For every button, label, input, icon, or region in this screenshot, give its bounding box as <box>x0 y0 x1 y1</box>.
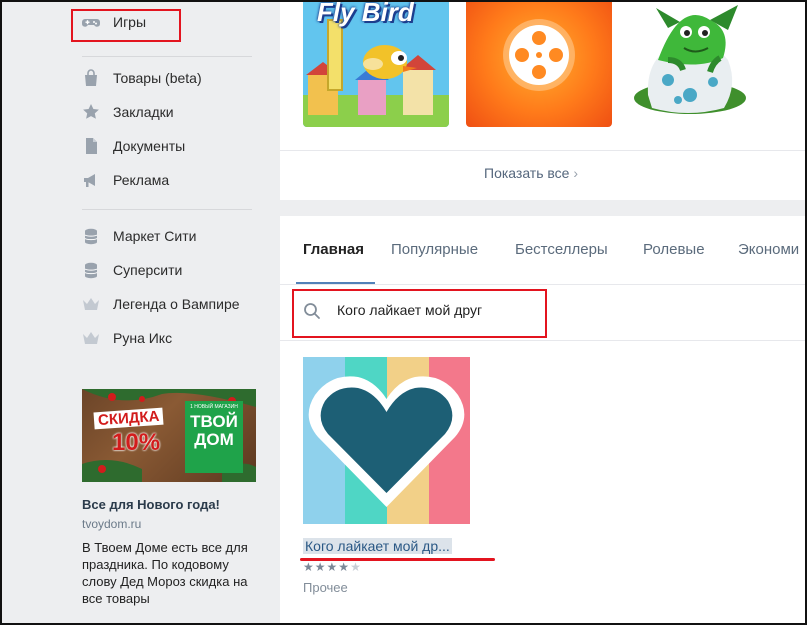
sidebar-item-goods[interactable]: Товары (beta) <box>82 66 202 90</box>
game-thumb-video[interactable] <box>466 0 612 127</box>
coin-stack-icon <box>82 227 100 245</box>
sidebar-item-ads[interactable]: Реклама <box>82 168 169 192</box>
tab-bestsellers[interactable]: Бестселлеры <box>515 241 608 258</box>
show-all-label: Показать все <box>484 165 570 181</box>
ad-brand-small-label: 1 НОВЫЙ МАГАЗИН <box>190 404 238 410</box>
ad-text: В Твоем Доме есть все для праздника. По … <box>82 540 248 606</box>
result-game-thumbnail[interactable] <box>303 357 470 524</box>
star-icon: ★ <box>314 560 327 574</box>
sidebar-item-label: Суперсити <box>113 262 183 278</box>
sidebar-item-bookmarks[interactable]: Закладки <box>82 100 174 124</box>
star-icon: ★ <box>338 560 351 574</box>
crown-icon <box>82 295 100 313</box>
star-icon: ★ <box>303 560 315 574</box>
sidebar-item-label: Товары (beta) <box>113 70 202 86</box>
sidebar-item-label: Реклама <box>113 172 170 188</box>
ad-title[interactable]: Все для Нового года! <box>82 497 220 512</box>
result-game-genre: Прочее <box>303 580 348 595</box>
game-thumb-fly-bird[interactable]: Fly Bird <box>303 0 449 127</box>
tabs-divider <box>280 284 807 285</box>
sidebar-item-market-city[interactable]: Маркет Сити <box>82 224 196 248</box>
document-icon <box>82 137 100 155</box>
result-rating-stars: ★★★★★ <box>303 560 362 574</box>
tab-popular[interactable]: Популярные <box>391 241 478 258</box>
sidebar-divider <box>82 209 252 210</box>
left-sidebar: Игры Товары (beta) Закладки Документы Ре… <box>0 0 272 625</box>
star-icon: ★ <box>350 560 362 574</box>
fly-bird-title: Fly Bird <box>317 0 414 27</box>
sidebar-item-supercity[interactable]: Суперсити <box>82 258 182 282</box>
game-thumb-dragon[interactable] <box>628 0 774 127</box>
tab-economy[interactable]: Экономи <box>738 241 799 258</box>
games-highlight-box <box>71 9 181 42</box>
shopping-bag-icon <box>82 69 100 87</box>
result-game-title[interactable]: Кого лайкает мой др... <box>303 538 452 554</box>
sidebar-item-label: Маркет Сити <box>113 228 197 244</box>
sidebar-item-label: Документы <box>113 138 186 154</box>
star-icon <box>82 103 100 121</box>
sidebar-divider <box>82 56 252 57</box>
panel-divider <box>280 150 807 151</box>
chevron-right-icon: › <box>573 165 579 181</box>
film-reel-icon <box>503 19 575 91</box>
ad-brand-line1: ТВОЙ <box>190 412 238 431</box>
sidebar-item-vampire-legend[interactable]: Легенда о Вампире <box>82 292 240 316</box>
ad-brand-line2: ДОМ <box>194 430 234 449</box>
dragon-egg-icon <box>634 5 746 114</box>
ad-banner-image[interactable]: СКИДКА 10% 1 НОВЫЙ МАГАЗИН ТВОЙ ДОМ <box>82 389 256 482</box>
megaphone-icon <box>82 171 100 189</box>
ad-domain[interactable]: tvoydom.ru <box>82 517 141 531</box>
search-divider <box>280 340 807 341</box>
sidebar-item-label: Закладки <box>113 104 174 120</box>
sidebar-item-documents[interactable]: Документы <box>82 134 185 158</box>
sidebar-item-runa-x[interactable]: Руна Икс <box>82 326 172 350</box>
crown-icon <box>82 329 100 347</box>
show-all-link[interactable]: Показать все › <box>484 165 578 181</box>
star-icon: ★ <box>326 560 339 574</box>
search-highlight-box <box>292 289 547 338</box>
tab-rpg[interactable]: Ролевые <box>643 241 705 258</box>
ad-brand-badge: 1 НОВЫЙ МАГАЗИН ТВОЙ ДОМ <box>185 401 243 473</box>
coin-stack-icon <box>82 261 100 279</box>
heart-icon <box>308 376 465 507</box>
tab-main[interactable]: Главная <box>303 241 364 258</box>
ad-percent-label: 10% <box>112 429 161 456</box>
sidebar-item-label: Руна Икс <box>113 330 173 346</box>
sidebar-item-label: Легенда о Вампире <box>113 296 240 312</box>
